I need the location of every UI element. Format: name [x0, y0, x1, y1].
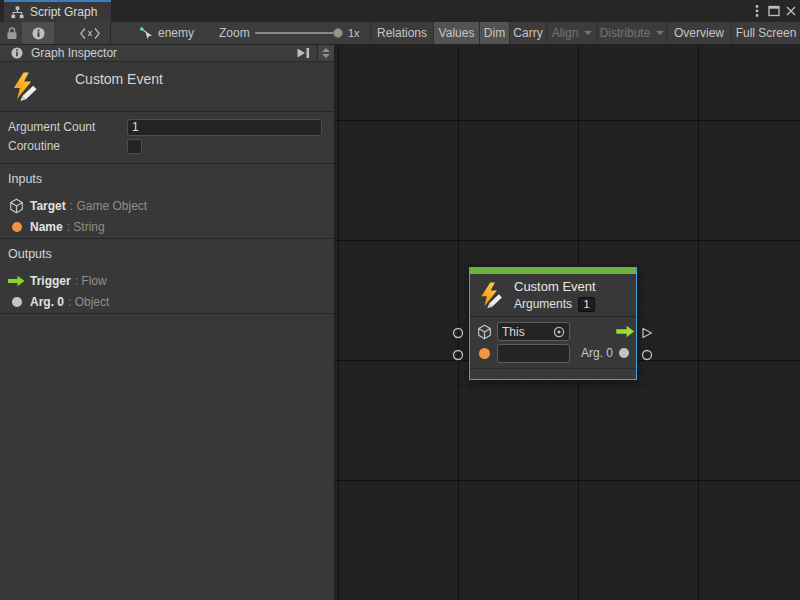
node-title: Custom Event	[514, 279, 596, 294]
outputs-section: Outputs Trigger : Flow Arg. 0 : Object	[0, 239, 334, 314]
dropdown-arrow-icon	[584, 31, 592, 35]
zoom-slider[interactable]	[255, 22, 341, 44]
flow-arrow-icon	[616, 325, 635, 338]
port-row-target: Target : Game Object	[8, 195, 326, 216]
input-port-flow[interactable]	[452, 327, 464, 339]
argument-count-label: Argument Count	[8, 120, 127, 134]
dock-panel-icon[interactable]	[296, 47, 311, 59]
custom-event-icon	[478, 282, 505, 309]
inspector-toggle-button[interactable]	[22, 22, 54, 44]
inspector-empty-area	[0, 314, 334, 600]
graph-asset-icon	[139, 26, 153, 40]
inputs-section: Inputs Target : Game Object Name : Strin…	[0, 164, 334, 239]
node-arg0-label: Arg. 0	[581, 346, 613, 360]
node-footer	[470, 368, 636, 379]
object-picker-icon[interactable]	[553, 326, 565, 338]
inputs-heading: Inputs	[8, 172, 326, 186]
unit-title-block: Custom Event	[0, 62, 334, 112]
tab-script-graph[interactable]: Script Graph	[4, 0, 111, 22]
flow-arrow-icon	[8, 275, 25, 287]
script-graph-icon	[11, 6, 24, 19]
zoom-slider-handle[interactable]	[333, 28, 343, 38]
toolbar: enemy Zoom 1x Relations Values Dim Carry…	[0, 22, 800, 45]
toolbar-button-align[interactable]: Align	[546, 22, 597, 44]
port-row-name: Name : String	[8, 216, 326, 237]
unit-fields: Argument Count 1 Coroutine	[0, 112, 334, 164]
toolbar-button-values[interactable]: Values	[433, 22, 479, 44]
info-icon	[32, 27, 45, 40]
scroll-up-icon[interactable]	[322, 48, 330, 52]
name-input[interactable]	[497, 344, 570, 363]
zoom-value: 1x	[348, 27, 360, 39]
graph-inspector-title: Graph Inspector	[31, 46, 117, 60]
custom-event-icon	[10, 72, 40, 102]
toolbar-button-fullscreen[interactable]: Full Screen	[731, 22, 800, 44]
zoom-slider-track[interactable]	[255, 32, 341, 34]
port-row-arg0: Arg. 0 : Object	[8, 291, 326, 312]
unit-title: Custom Event	[75, 71, 163, 87]
input-port-value[interactable]	[452, 349, 464, 361]
node-body: This	[470, 317, 636, 368]
coroutine-checkbox[interactable]	[127, 139, 142, 154]
toolbar-button-carry[interactable]: Carry	[509, 22, 546, 44]
graph-breadcrumb[interactable]: enemy	[139, 22, 194, 44]
code-icon	[80, 28, 100, 39]
game-object-cube-icon	[476, 324, 493, 340]
argument-count-field[interactable]: 1	[127, 119, 322, 136]
toolbar-separator	[110, 22, 111, 44]
game-object-cube-icon	[8, 198, 25, 214]
graph-canvas[interactable]: Custom Event Arguments 1 This	[335, 45, 800, 600]
info-icon	[11, 47, 23, 59]
toolbar-button-dim[interactable]: Dim	[479, 22, 509, 44]
code-view-button[interactable]	[75, 22, 105, 44]
node-header[interactable]: Custom Event Arguments 1	[470, 274, 636, 317]
lock-icon[interactable]	[6, 22, 18, 44]
dropdown-arrow-icon	[656, 31, 664, 35]
custom-event-node[interactable]: Custom Event Arguments 1 This	[469, 267, 637, 380]
zoom-label: Zoom	[219, 26, 250, 40]
object-gray-dot-icon	[619, 348, 629, 358]
panel-scroll-arrows[interactable]	[317, 45, 334, 61]
scroll-down-icon[interactable]	[322, 54, 330, 58]
node-arguments-label: Arguments	[514, 297, 572, 311]
graph-name: enemy	[158, 26, 194, 40]
outputs-heading: Outputs	[8, 247, 326, 261]
toolbar-button-overview[interactable]: Overview	[666, 22, 731, 44]
close-icon[interactable]	[785, 5, 797, 17]
port-row-trigger: Trigger : Flow	[8, 270, 326, 291]
menu-dots-icon[interactable]	[755, 4, 759, 18]
output-port-arg0[interactable]	[641, 349, 653, 361]
string-orange-dot-icon	[476, 348, 493, 359]
object-gray-dot-icon	[8, 297, 25, 307]
node-arguments-value[interactable]: 1	[578, 297, 595, 312]
coroutine-label: Coroutine	[8, 139, 127, 153]
titlebar: Script Graph	[0, 0, 800, 22]
tab-title: Script Graph	[30, 5, 97, 19]
maximize-icon[interactable]	[768, 5, 780, 17]
toolbar-button-distribute[interactable]: Distribute	[597, 22, 666, 44]
output-port-trigger[interactable]	[641, 327, 653, 339]
toolbar-button-relations[interactable]: Relations	[370, 22, 433, 44]
graph-inspector-header: Graph Inspector	[0, 45, 334, 62]
graph-inspector-panel: Graph Inspector Custom Event	[0, 45, 335, 600]
target-dropdown[interactable]: This	[497, 322, 570, 341]
string-orange-dot-icon	[8, 222, 25, 232]
